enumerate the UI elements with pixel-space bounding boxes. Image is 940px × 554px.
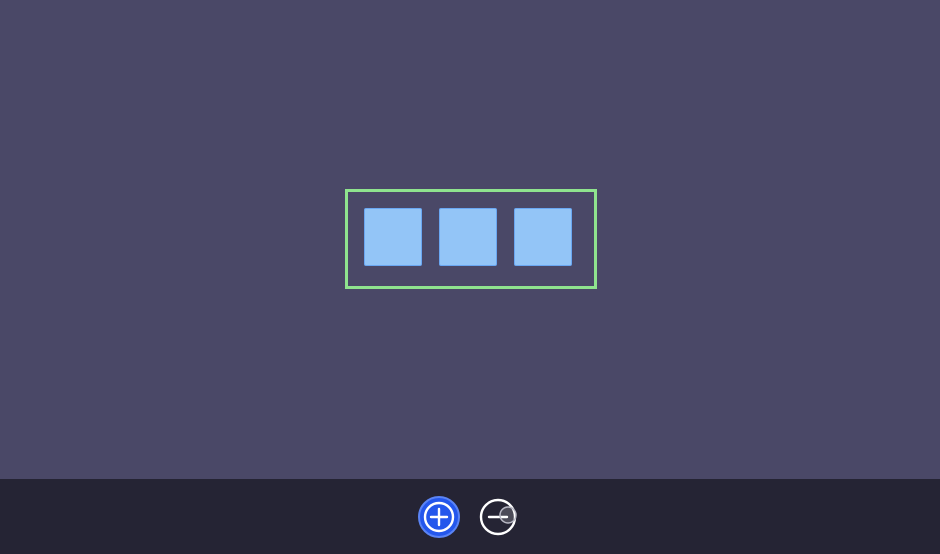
item-container (345, 189, 597, 289)
item-box-2[interactable] (439, 208, 497, 266)
remove-item-button[interactable] (479, 496, 521, 538)
bottom-toolbar (0, 479, 940, 554)
canvas-area (0, 0, 940, 479)
plus-circle-icon (420, 498, 458, 536)
item-row (364, 208, 572, 266)
add-item-button[interactable] (418, 496, 460, 538)
item-box-1[interactable] (364, 208, 422, 266)
item-box-3[interactable] (514, 208, 572, 266)
minus-circle-icon (477, 496, 523, 538)
